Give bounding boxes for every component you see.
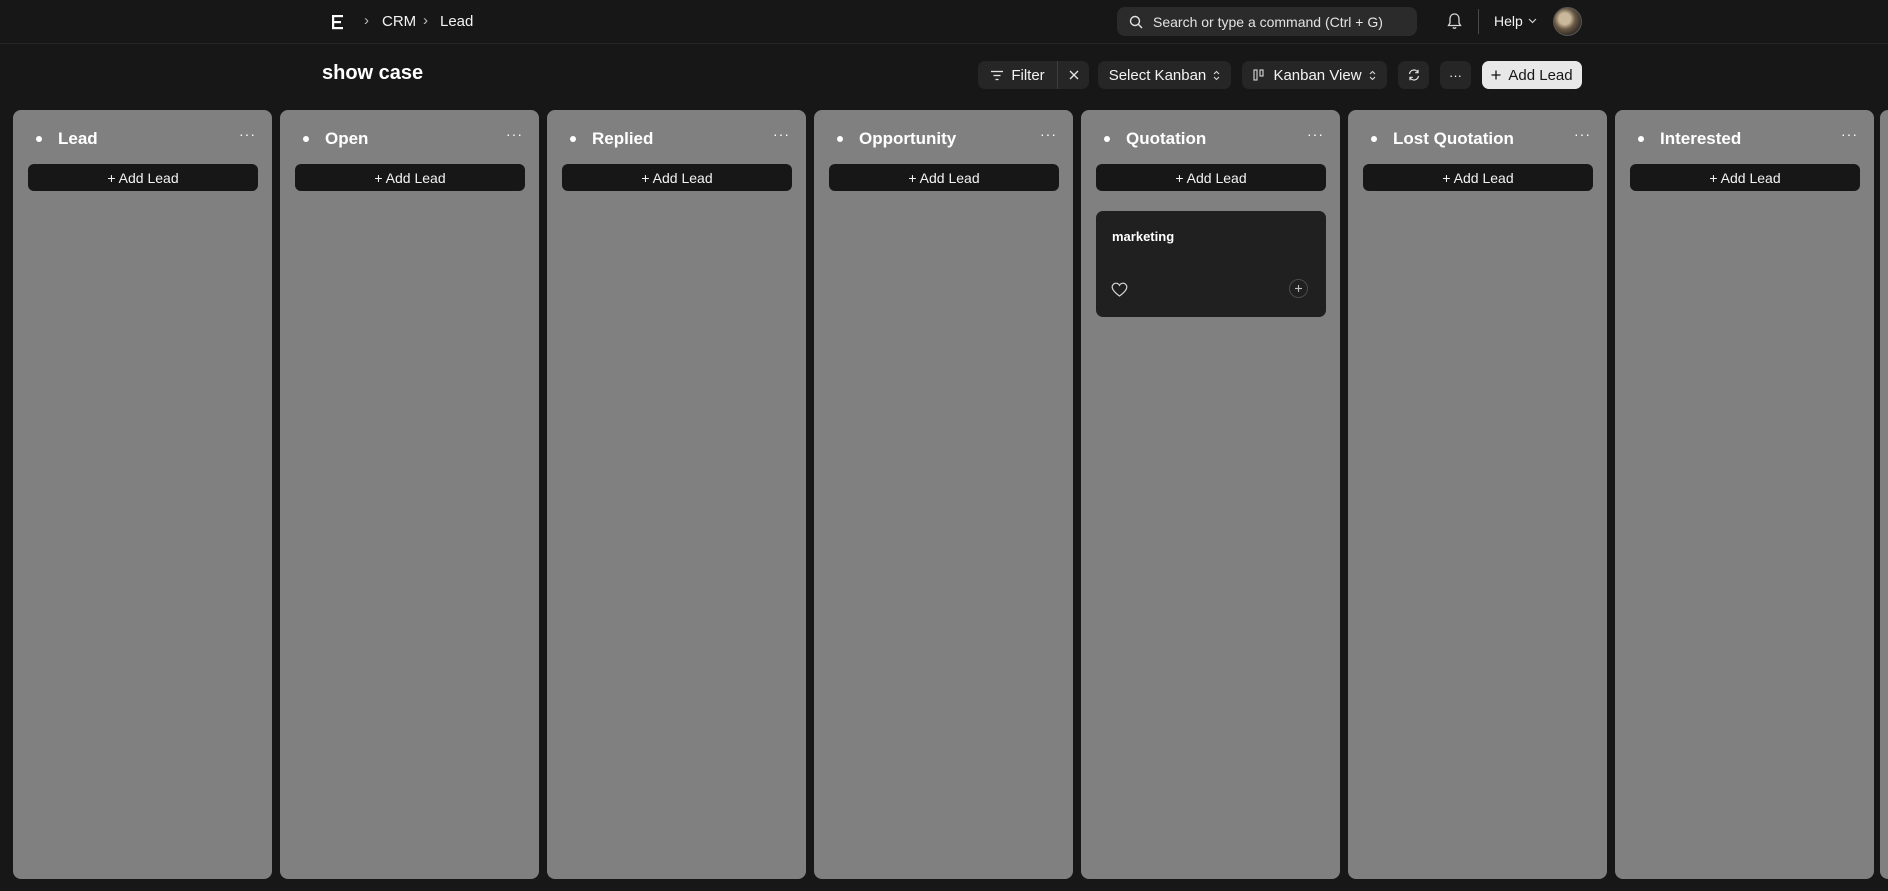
help-menu[interactable]: Help [1494,13,1537,29]
kanban-column-quotation: Quotation ··· + Add Lead marketing [1081,110,1340,879]
column-status-dot [570,136,576,142]
column-title: Opportunity [859,129,957,148]
column-status-dot [1104,136,1110,142]
kanban-column-open: Open ··· + Add Lead [280,110,539,879]
column-menu-button[interactable]: ··· [239,126,256,142]
sort-updown-icon [1369,70,1375,80]
close-icon [1069,70,1078,80]
column-title: Lost Quotation [1393,129,1514,148]
column-add-lead-button[interactable]: + Add Lead [28,164,258,191]
plus-icon [1295,285,1302,292]
kanban-column-partial [1880,110,1888,879]
filter-button[interactable]: Filter [978,61,1057,89]
column-add-lead-button[interactable]: + Add Lead [1630,164,1860,191]
search-bar[interactable]: Search or type a command (Ctrl + G) [1117,7,1417,36]
column-menu-button[interactable]: ··· [1040,126,1057,142]
column-title: Interested [1660,129,1742,148]
column-menu-button[interactable]: ··· [1307,126,1324,142]
kanban-column-lost-quotation: Lost Quotation ··· + Add Lead [1348,110,1607,879]
kanban-view-icon [1253,69,1264,81]
kanban-column-lead: Lead ··· + Add Lead [13,110,272,879]
column-menu-button[interactable]: ··· [773,126,790,142]
column-menu-button[interactable]: ··· [506,126,523,142]
kanban-column-opportunity: Opportunity ··· + Add Lead [814,110,1073,879]
column-title: Quotation [1126,129,1207,148]
column-header: Lead ··· [13,126,272,152]
column-title: Lead [58,129,98,148]
column-header: Lost Quotation ··· [1348,126,1607,152]
column-add-lead-button[interactable]: + Add Lead [295,164,525,191]
column-status-dot [303,136,309,142]
column-header: Open ··· [280,126,539,152]
navbar-divider [1478,9,1479,34]
kanban-board: Lead ··· + Add Lead Open ··· + Add Lead … [0,110,1888,879]
kanban-column-replied: Replied ··· + Add Lead [547,110,806,879]
search-placeholder: Search or type a command (Ctrl + G) [1153,13,1383,30]
sort-updown-icon [1213,70,1220,80]
column-add-lead-button[interactable]: + Add Lead [1096,164,1326,191]
column-status-dot [837,136,843,142]
add-lead-button[interactable]: Add Lead [1482,61,1582,89]
user-avatar[interactable] [1553,7,1582,36]
select-kanban-button[interactable]: Select Kanban [1098,61,1231,89]
filter-group: Filter [978,61,1089,89]
column-title: Open [325,129,369,148]
filter-label: Filter [1011,66,1045,84]
more-options-button[interactable]: ··· [1440,61,1471,89]
refresh-icon [1408,69,1419,81]
notification-bell-icon[interactable] [1446,12,1463,30]
card-add-button[interactable] [1289,279,1308,298]
column-header: Quotation ··· [1081,126,1340,152]
chevron-right-icon: › [423,12,428,29]
lead-card[interactable]: marketing [1096,211,1326,317]
add-lead-label: Add Lead [1508,66,1573,84]
view-selector-button[interactable]: Kanban View [1242,61,1387,89]
plus-icon [1491,70,1501,80]
chevron-down-icon [1528,18,1537,24]
column-status-dot [36,136,42,142]
select-kanban-label: Select Kanban [1108,66,1207,84]
column-add-lead-button[interactable]: + Add Lead [829,164,1059,191]
app-logo-icon[interactable] [331,14,345,30]
breadcrumb-crm[interactable]: CRM [382,13,416,30]
view-label: Kanban View [1273,66,1362,84]
column-menu-button[interactable]: ··· [1574,126,1591,142]
column-status-dot [1638,136,1644,142]
navbar: › CRM › Lead Search or type a command (C… [0,0,1888,44]
column-title: Replied [592,129,654,148]
more-options-label: ··· [1449,67,1462,83]
column-add-lead-button[interactable]: + Add Lead [562,164,792,191]
column-header: Replied ··· [547,126,806,152]
clear-filter-button[interactable] [1057,61,1089,89]
kanban-column-interested: Interested ··· + Add Lead [1615,110,1874,879]
column-status-dot [1371,136,1377,142]
breadcrumb-lead[interactable]: Lead [440,13,473,30]
column-header: Opportunity ··· [814,126,1073,152]
filter-icon [991,70,1004,80]
page-title: show case [322,62,424,84]
heart-icon[interactable] [1111,282,1128,298]
chevron-right-icon: › [364,12,369,29]
search-icon [1129,15,1143,28]
column-header: Interested ··· [1615,126,1874,152]
column-menu-button[interactable]: ··· [1841,126,1858,142]
refresh-button[interactable] [1398,61,1429,89]
help-label: Help [1494,13,1523,29]
column-add-lead-button[interactable]: + Add Lead [1363,164,1593,191]
lead-card-title: marketing [1112,229,1175,244]
